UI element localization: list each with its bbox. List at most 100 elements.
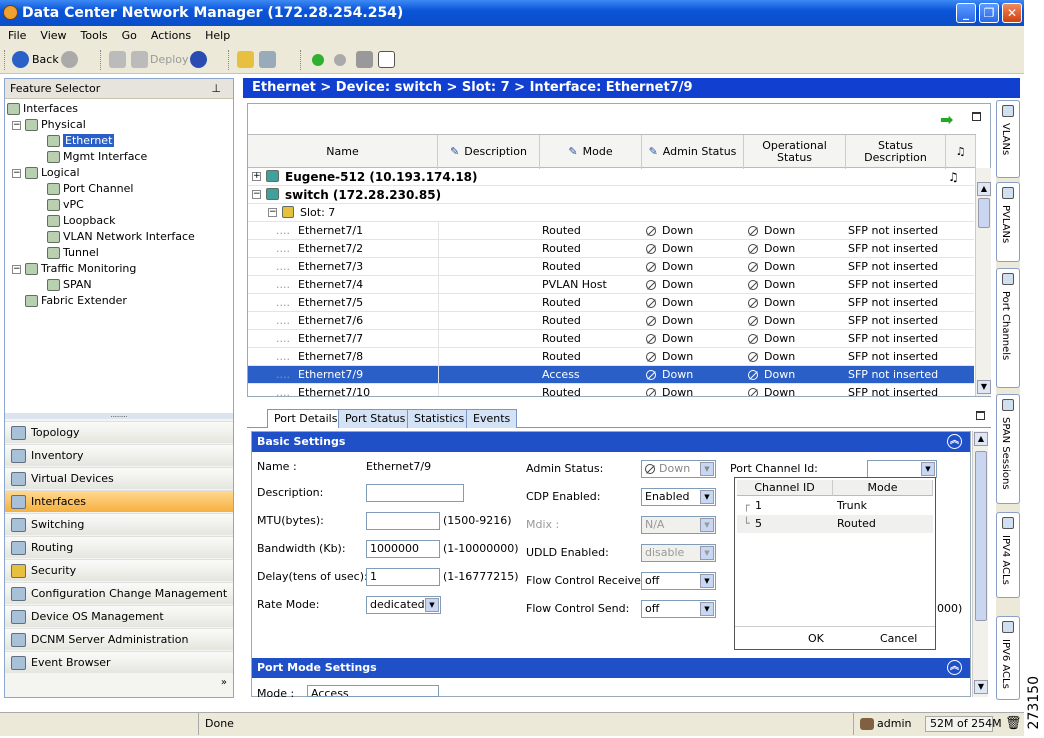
row-mode[interactable]: Routed [542,294,642,312]
scroll-down-arrow[interactable]: ▼ [977,380,991,394]
maximize-icon[interactable] [972,112,981,121]
row-admin-status[interactable]: Down [646,312,744,330]
row-admin-status[interactable]: Down [646,366,744,384]
row-mode[interactable]: Routed [542,348,642,366]
deploy-button[interactable]: Deploy [150,50,189,70]
row-admin-status[interactable]: Down [646,294,744,312]
port-mode-settings-header[interactable]: Port Mode Settings ︽ [252,658,970,678]
tree-logical[interactable]: Logical [25,165,80,181]
nav-inventory[interactable]: Inventory [5,444,233,466]
rate-mode-select[interactable]: dedicated ▼ [366,596,441,614]
add-icon[interactable] [109,51,126,68]
refresh-icon[interactable] [237,51,254,68]
menu-view[interactable]: View [32,26,72,46]
table-row[interactable]: .... Ethernet7/1 Routed Down Down SFP not ins… [248,222,974,240]
tree-expander[interactable]: − [12,265,21,274]
popup-ok-button[interactable]: OK [808,632,824,645]
description-input[interactable] [366,484,464,502]
flow-control-send-select[interactable]: off ▼ [641,600,716,618]
bell-icon[interactable]: ♫ [946,135,976,169]
popup-cancel-button[interactable]: Cancel [880,632,917,645]
column-name[interactable]: Name [248,135,438,169]
row-mode[interactable]: PVLAN Host [542,276,642,294]
tree-vpc[interactable]: vPC [47,197,84,213]
flow-control-receive-select[interactable]: off ▼ [641,572,716,590]
side-tab-vlans[interactable]: VLANs [996,100,1020,178]
port-channel-id-select[interactable]: ▼ [867,460,937,478]
row-description[interactable] [438,276,540,294]
slot-row[interactable]: − Slot: 7 [248,204,974,222]
nav-switching[interactable]: Switching [5,513,233,535]
scroll-down-arrow[interactable]: ▼ [974,680,988,694]
tab-statistics[interactable]: Statistics [407,409,472,428]
side-tab-span-sessions[interactable]: SPAN Sessions [996,394,1020,504]
row-admin-status[interactable]: Down [646,276,744,294]
tree-vlan-network-interface[interactable]: VLAN Network Interface [47,229,195,245]
tree-loopback[interactable]: Loopback [47,213,116,229]
udld-select[interactable]: disable ▼ [641,544,716,562]
go-arrow-icon[interactable]: ➡ [940,110,953,129]
nav-configuration-change-management[interactable]: Configuration Change Management [5,582,233,604]
more-chevron-icon[interactable]: » [221,677,227,688]
column-operational-status[interactable]: Operational Status [744,135,846,169]
trash-icon[interactable]: 🗑 [1005,716,1022,731]
row-description[interactable] [438,222,540,240]
tab-port-status[interactable]: Port Status [338,409,413,428]
row-mode[interactable]: Routed [542,222,642,240]
table-row[interactable]: .... Ethernet7/8 Routed Down Down SFP not ins… [248,348,974,366]
minimize-button[interactable]: _ [956,3,976,23]
row-description[interactable] [438,294,540,312]
row-admin-status[interactable]: Down [646,222,744,240]
nav-security[interactable]: Security [5,559,233,581]
maximize-icon[interactable] [976,411,985,420]
table-scrollbar[interactable]: ▲ ▼ [975,168,991,396]
details-scrollbar[interactable]: ▲ ▼ [972,431,988,697]
row-mode[interactable]: Routed [542,330,642,348]
mode-select[interactable]: Access [307,685,439,697]
row-description[interactable] [438,348,540,366]
side-tab-ipv4-acls[interactable]: IPV4 ACLs [996,512,1020,598]
tree-interfaces[interactable]: Interfaces [7,101,78,117]
popup-row[interactable]: └ 5 Routed [737,515,933,533]
device-row-switch[interactable]: − switch (172.28.230.85) [248,186,974,204]
popup-column-channel-id[interactable]: Channel ID [737,480,833,496]
popup-column-mode[interactable]: Mode [833,480,933,496]
row-description[interactable] [438,384,540,396]
restore-button[interactable]: ❐ [979,3,999,23]
mdix-select[interactable]: N/A ▼ [641,516,716,534]
row-description[interactable] [438,330,540,348]
admin-status-select[interactable]: Down ▼ [641,460,716,478]
tree-tunnel[interactable]: Tunnel [47,245,99,261]
row-description[interactable] [438,240,540,258]
scroll-thumb[interactable] [975,451,987,621]
tree-expander[interactable]: − [252,190,261,199]
column-mode[interactable]: ✎ Mode [540,135,642,169]
tree-mgmt-interface[interactable]: Mgmt Interface [47,149,147,165]
nav-topology[interactable]: Topology [5,421,233,443]
side-tab-ipv6-acls[interactable]: IPV6 ACLs [996,616,1020,700]
menu-help[interactable]: Help [197,26,236,46]
row-mode[interactable]: Routed [542,240,642,258]
chart-icon[interactable] [378,51,395,68]
side-tab-pvlans[interactable]: PVLANs [996,182,1020,262]
menu-tools[interactable]: Tools [73,26,114,46]
row-description[interactable] [438,366,540,384]
basic-settings-header[interactable]: Basic Settings ︽ [252,432,970,452]
table-row[interactable]: .... Ethernet7/3 Routed Down Down SFP not ins… [248,258,974,276]
help-icon[interactable] [190,51,207,68]
delete-icon[interactable] [356,51,373,68]
row-admin-status[interactable]: Down [646,258,744,276]
menu-go[interactable]: Go [114,26,143,46]
menu-file[interactable]: File [0,26,32,46]
tree-span[interactable]: SPAN [47,277,92,293]
table-row[interactable]: .... Ethernet7/4 PVLAN Host Down Down SFP not… [248,276,974,294]
table-row[interactable]: .... Ethernet7/6 Routed Down Down SFP not ins… [248,312,974,330]
tree-fabric-extender[interactable]: Fabric Extender [25,293,127,309]
row-description[interactable] [438,312,540,330]
column-description[interactable]: ✎ Description [438,135,540,169]
menu-actions[interactable]: Actions [143,26,197,46]
tab-port-details[interactable]: Port Details [267,409,345,428]
collapse-icon[interactable]: ︽ [947,434,962,449]
mtu-input[interactable] [366,512,440,530]
tree-physical[interactable]: Physical [25,117,86,133]
